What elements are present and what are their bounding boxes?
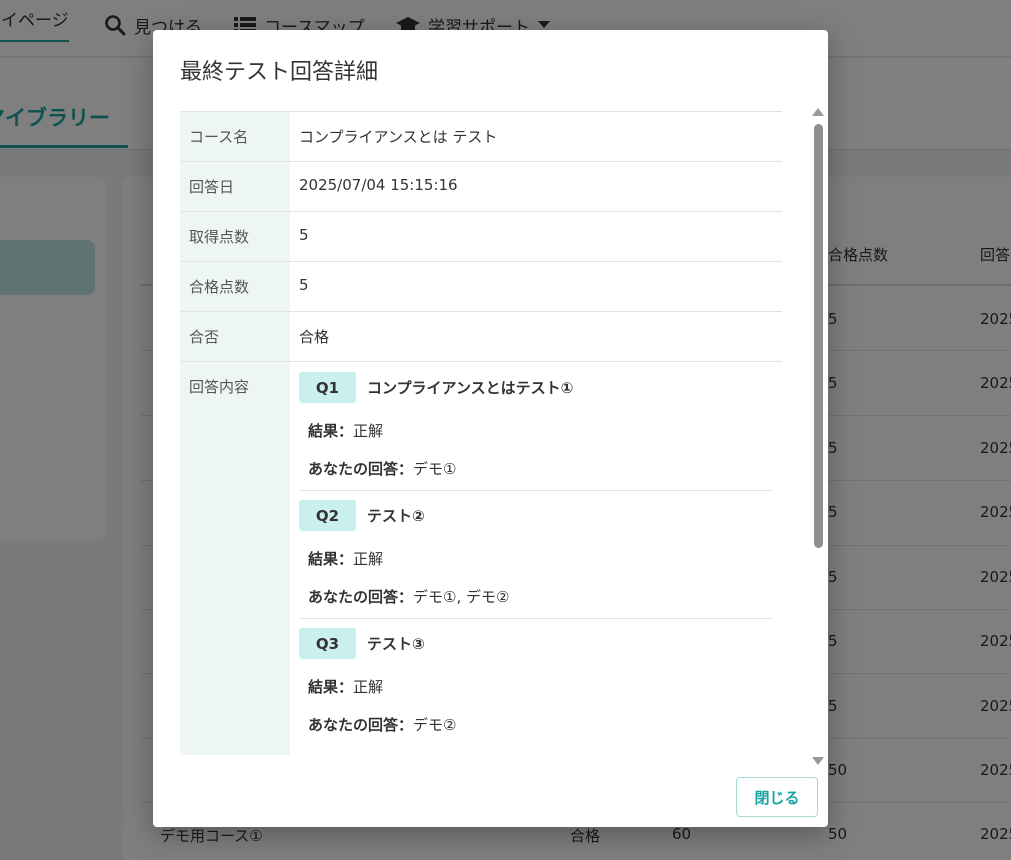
detail-label: 合否 bbox=[180, 311, 290, 362]
answers-list: Q1 コンプライアンスとはテスト① 結果：正解 あなたの回答：デモ① Q2 テス… bbox=[290, 362, 782, 756]
question-answer: あなたの回答：デモ① bbox=[299, 458, 773, 479]
question-title: テスト③ bbox=[367, 635, 425, 653]
detail-label: 合格点数 bbox=[180, 261, 290, 312]
result-value: 正解 bbox=[353, 550, 384, 568]
answer-label: あなたの回答： bbox=[308, 588, 414, 606]
answer-value: デモ①, デモ② bbox=[413, 588, 510, 606]
question-item: Q2 テスト② 結果：正解 あなたの回答：デモ①, デモ② bbox=[299, 500, 773, 619]
question-number-badge: Q2 bbox=[299, 500, 356, 531]
result-value: 正解 bbox=[353, 678, 384, 696]
question-title: コンプライアンスとはテスト① bbox=[367, 379, 574, 397]
question-number-badge: Q1 bbox=[299, 372, 356, 403]
answer-label: あなたの回答： bbox=[308, 716, 414, 734]
modal-scrollbar[interactable] bbox=[812, 108, 824, 765]
detail-row-score: 取得点数 5 bbox=[180, 211, 782, 262]
result-value: 正解 bbox=[353, 422, 384, 440]
scroll-down-arrow-icon[interactable] bbox=[812, 757, 824, 765]
answer-detail-table: コース名 コンプライアンスとは テスト 回答日 2025/07/04 15:15… bbox=[180, 111, 782, 755]
result-label: 結果： bbox=[308, 678, 354, 696]
detail-value: コンプライアンスとは テスト bbox=[290, 111, 782, 162]
question-item: Q3 テスト③ 結果：正解 あなたの回答：デモ② bbox=[299, 628, 773, 746]
scroll-up-arrow-icon[interactable] bbox=[812, 108, 824, 116]
question-result: 結果：正解 bbox=[299, 676, 773, 697]
question-result: 結果：正解 bbox=[299, 420, 773, 441]
detail-row-date: 回答日 2025/07/04 15:15:16 bbox=[180, 161, 782, 212]
test-answer-detail-modal: 最終テスト回答詳細 コース名 コンプライアンスとは テスト 回答日 2025/0… bbox=[153, 30, 828, 827]
answer-value: デモ② bbox=[413, 716, 457, 734]
question-title: テスト② bbox=[367, 507, 425, 525]
question-item: Q1 コンプライアンスとはテスト① 結果：正解 あなたの回答：デモ① bbox=[299, 372, 773, 491]
detail-label: コース名 bbox=[180, 111, 290, 162]
modal-scroll-area[interactable]: コース名 コンプライアンスとは テスト 回答日 2025/07/04 15:15… bbox=[180, 111, 782, 768]
detail-value: 5 bbox=[290, 261, 782, 312]
detail-label: 回答内容 bbox=[180, 361, 290, 755]
question-answer: あなたの回答：デモ② bbox=[299, 714, 773, 735]
detail-row-answers: 回答内容 Q1 コンプライアンスとはテスト① 結果：正解 あなたの回答：デモ① … bbox=[180, 361, 782, 756]
detail-value: 5 bbox=[290, 211, 782, 262]
answer-label: あなたの回答： bbox=[308, 460, 414, 478]
detail-row-course: コース名 コンプライアンスとは テスト bbox=[180, 111, 782, 162]
question-number-badge: Q3 bbox=[299, 628, 356, 659]
question-answer: あなたの回答：デモ①, デモ② bbox=[299, 586, 773, 607]
detail-label: 回答日 bbox=[180, 161, 290, 212]
detail-value: 2025/07/04 15:15:16 bbox=[290, 161, 782, 212]
question-result: 結果：正解 bbox=[299, 548, 773, 569]
answer-value: デモ① bbox=[413, 460, 457, 478]
modal-title: 最終テスト回答詳細 bbox=[180, 60, 379, 85]
detail-row-pass-score: 合格点数 5 bbox=[180, 261, 782, 312]
detail-value: 合格 bbox=[290, 311, 782, 362]
close-button[interactable]: 閉じる bbox=[736, 777, 818, 817]
scrollbar-thumb[interactable] bbox=[814, 124, 823, 548]
result-label: 結果： bbox=[308, 550, 354, 568]
detail-row-pass-fail: 合否 合格 bbox=[180, 311, 782, 362]
detail-label: 取得点数 bbox=[180, 211, 290, 262]
result-label: 結果： bbox=[308, 422, 354, 440]
